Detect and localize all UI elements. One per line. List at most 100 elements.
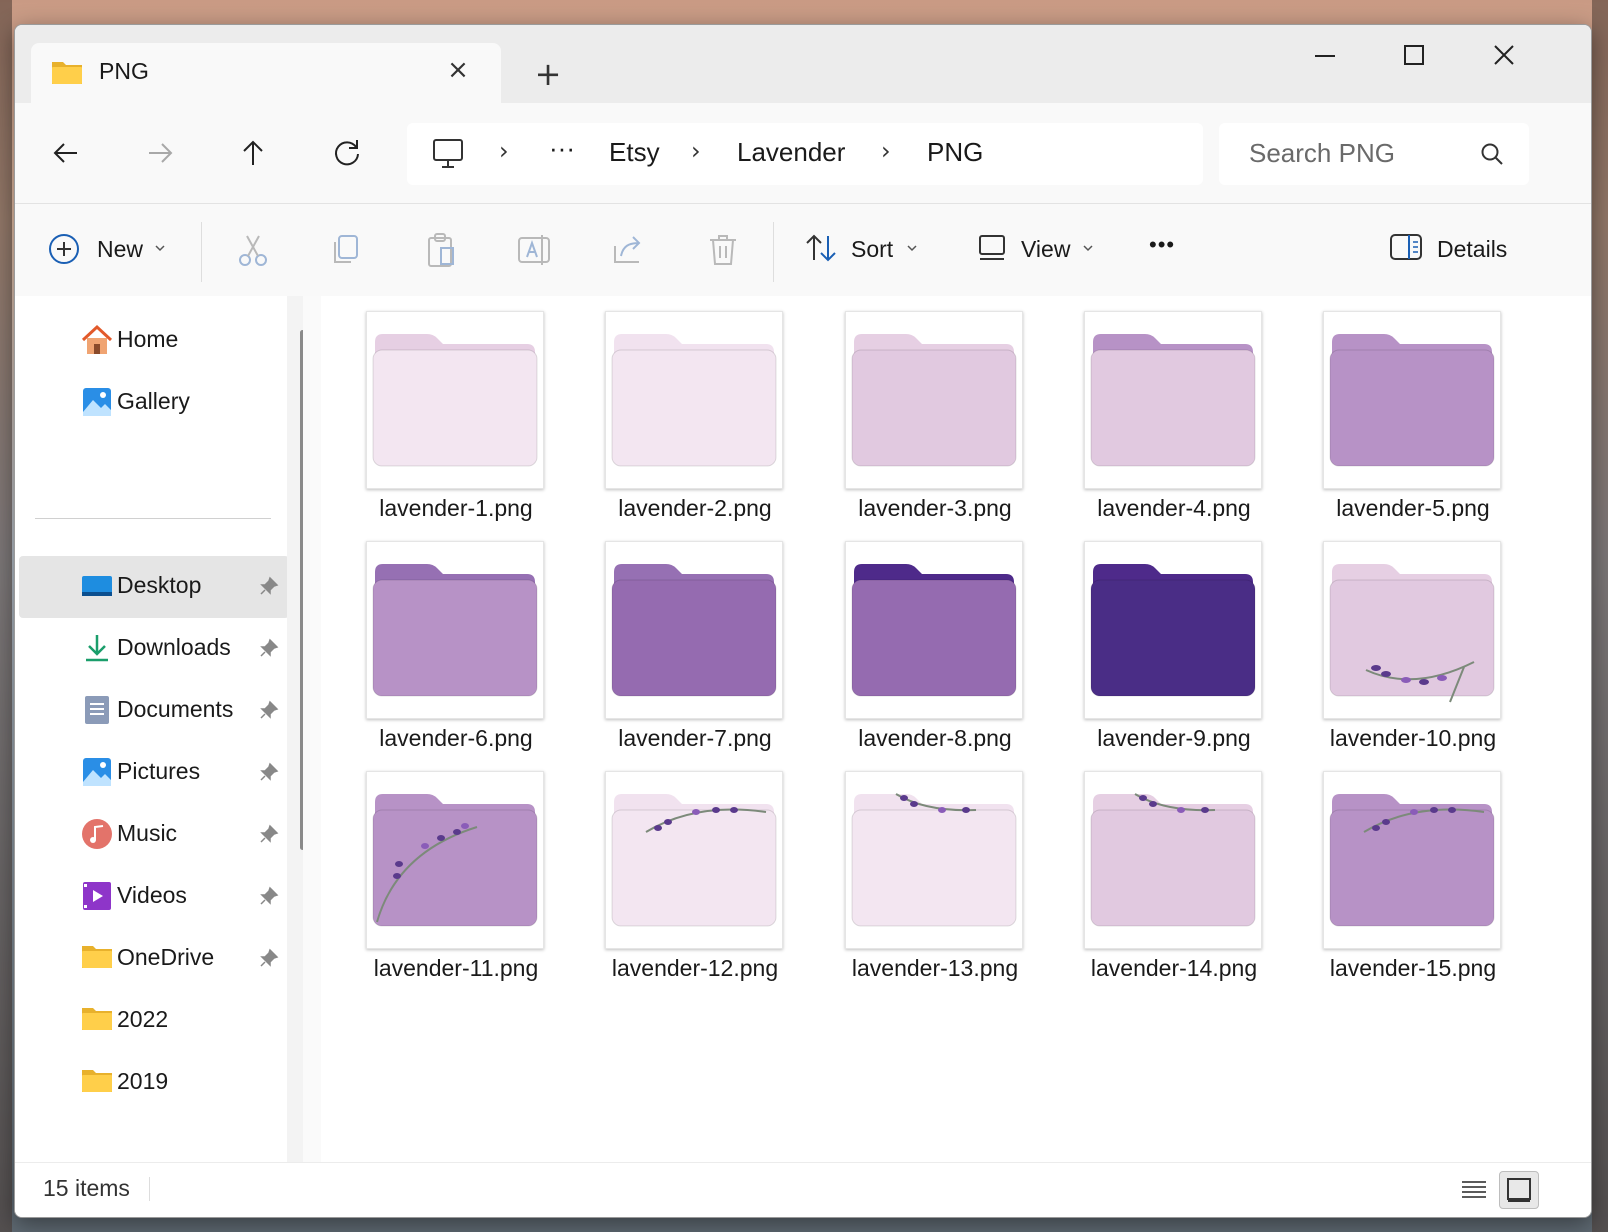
more-label: ••• (1149, 232, 1176, 257)
list-view-icon (1462, 1181, 1486, 1198)
up-button[interactable] (233, 133, 273, 173)
breadcrumb-lavender[interactable]: Lavender (737, 137, 845, 168)
file-name: lavender-10.png (1329, 725, 1497, 751)
music-icon (81, 818, 113, 850)
sidebar-item-2022[interactable]: 2022 (19, 990, 289, 1052)
close-button[interactable] (1484, 39, 1524, 73)
folder-icon (51, 59, 83, 89)
tiles-view-icon (1507, 1178, 1531, 1202)
tab-label: PNG (99, 58, 149, 84)
large-icons-view-button[interactable] (1499, 1171, 1539, 1209)
sidebar-item-downloads[interactable]: Downloads (19, 618, 289, 680)
view-button[interactable]: View (977, 230, 1107, 270)
sidebar-item-label: Desktop (117, 572, 202, 598)
image-thumbnail (845, 771, 1023, 949)
copy-icon (334, 235, 358, 263)
sidebar-item-label: Gallery (117, 388, 190, 414)
details-view-button[interactable] (1455, 1171, 1493, 1207)
sidebar-item-videos[interactable]: Videos (19, 866, 289, 928)
sidebar-item-label: 2019 (117, 1068, 169, 1094)
search-icon[interactable] (1479, 141, 1505, 171)
delete-button[interactable] (703, 230, 743, 270)
breadcrumb-etsy[interactable]: Etsy (609, 137, 660, 168)
chevron-right-icon[interactable]: › (881, 137, 891, 165)
sidebar-item-home[interactable]: Home (19, 310, 289, 372)
scissors-icon (239, 235, 267, 266)
breadcrumb-png[interactable]: PNG (927, 137, 983, 168)
folder-icon (81, 1066, 113, 1098)
image-thumbnail (845, 541, 1023, 719)
view-icon (979, 235, 1005, 260)
trash-icon (710, 235, 736, 265)
file-name: lavender-2.png (618, 495, 772, 521)
tab-png[interactable]: PNG × (31, 43, 501, 103)
search-box[interactable]: Search PNG (1219, 123, 1529, 185)
sidebar-item-desktop[interactable]: Desktop (19, 556, 289, 618)
sidebar-item-onedrive[interactable]: OneDrive (19, 928, 289, 990)
image-thumbnail (1084, 771, 1262, 949)
new-tab-button[interactable]: + (533, 58, 563, 90)
breadcrumb-more[interactable]: ··· (549, 133, 575, 164)
share-button[interactable] (609, 230, 649, 270)
sidebar-item-gallery[interactable]: Gallery (19, 372, 289, 434)
file-name: lavender-9.png (1097, 725, 1251, 751)
search-input[interactable]: Search PNG (1249, 138, 1395, 169)
file-name: lavender-5.png (1336, 495, 1490, 521)
forward-button[interactable] (141, 133, 181, 173)
image-thumbnail (366, 541, 544, 719)
details-label: Details (1437, 236, 1508, 262)
address-bar[interactable]: › ··· Etsy › Lavender › PNG (407, 123, 1203, 185)
image-thumbnail (845, 311, 1023, 489)
sidebar-item-label: 2022 (117, 1006, 169, 1032)
cut-button[interactable] (233, 230, 273, 270)
image-thumbnail (366, 311, 544, 489)
downloads-icon (81, 632, 113, 664)
sidebar-item-label: Pictures (117, 758, 201, 784)
pin-icon[interactable] (259, 886, 279, 910)
file-explorer-window: PNG × + › ··· Etsy › Lavender › PNG Sear… (14, 24, 1592, 1218)
file-name: lavender-8.png (858, 725, 1012, 751)
wallpaper-tree-left (0, 0, 12, 1232)
computer-icon[interactable] (431, 137, 465, 175)
status-divider (149, 1177, 150, 1201)
sidebar-item-documents[interactable]: Documents (19, 680, 289, 742)
details-pane-icon (1390, 234, 1422, 260)
pin-icon[interactable] (259, 762, 279, 786)
chevron-right-icon[interactable]: › (499, 137, 509, 165)
minimize-button[interactable] (1305, 39, 1345, 73)
pin-icon[interactable] (259, 638, 279, 662)
tab-close-icon[interactable]: × (443, 55, 473, 85)
new-button[interactable]: New (47, 230, 183, 270)
navigation-bar: › ··· Etsy › Lavender › PNG Search PNG (15, 103, 1591, 203)
sidebar-item-pictures[interactable]: Pictures (19, 742, 289, 804)
status-bar: 15 items (15, 1162, 1591, 1217)
sidebar-item-label: Downloads (117, 634, 231, 660)
sidebar-item-2019[interactable]: 2019 (19, 1052, 289, 1114)
sort-button[interactable]: Sort (803, 230, 933, 270)
copy-button[interactable] (327, 230, 367, 270)
sidebar-item-music[interactable]: Music (19, 804, 289, 866)
videos-icon (81, 880, 113, 912)
details-button[interactable]: Details (1389, 230, 1529, 270)
chevron-right-icon[interactable]: › (691, 137, 701, 165)
rename-button[interactable] (515, 230, 555, 270)
more-options-button[interactable]: ••• (1149, 230, 1189, 270)
item-count: 15 items (43, 1175, 130, 1201)
file-name: lavender-13.png (851, 955, 1019, 981)
sidebar-item-label: Documents (117, 696, 234, 722)
pictures-icon (81, 756, 113, 788)
file-name: lavender-11.png (373, 955, 539, 981)
pin-icon[interactable] (259, 576, 279, 600)
back-button[interactable] (47, 133, 87, 173)
paste-icon (428, 233, 454, 267)
maximize-button[interactable] (1394, 39, 1434, 73)
share-icon (614, 236, 641, 263)
paste-button[interactable] (421, 230, 461, 270)
file-name: lavender-3.png (858, 495, 1012, 521)
refresh-button[interactable] (327, 133, 367, 173)
pin-icon[interactable] (259, 948, 279, 972)
pane-gutter (303, 296, 321, 1162)
gallery-icon (81, 386, 113, 418)
pin-icon[interactable] (259, 824, 279, 848)
pin-icon[interactable] (259, 700, 279, 724)
